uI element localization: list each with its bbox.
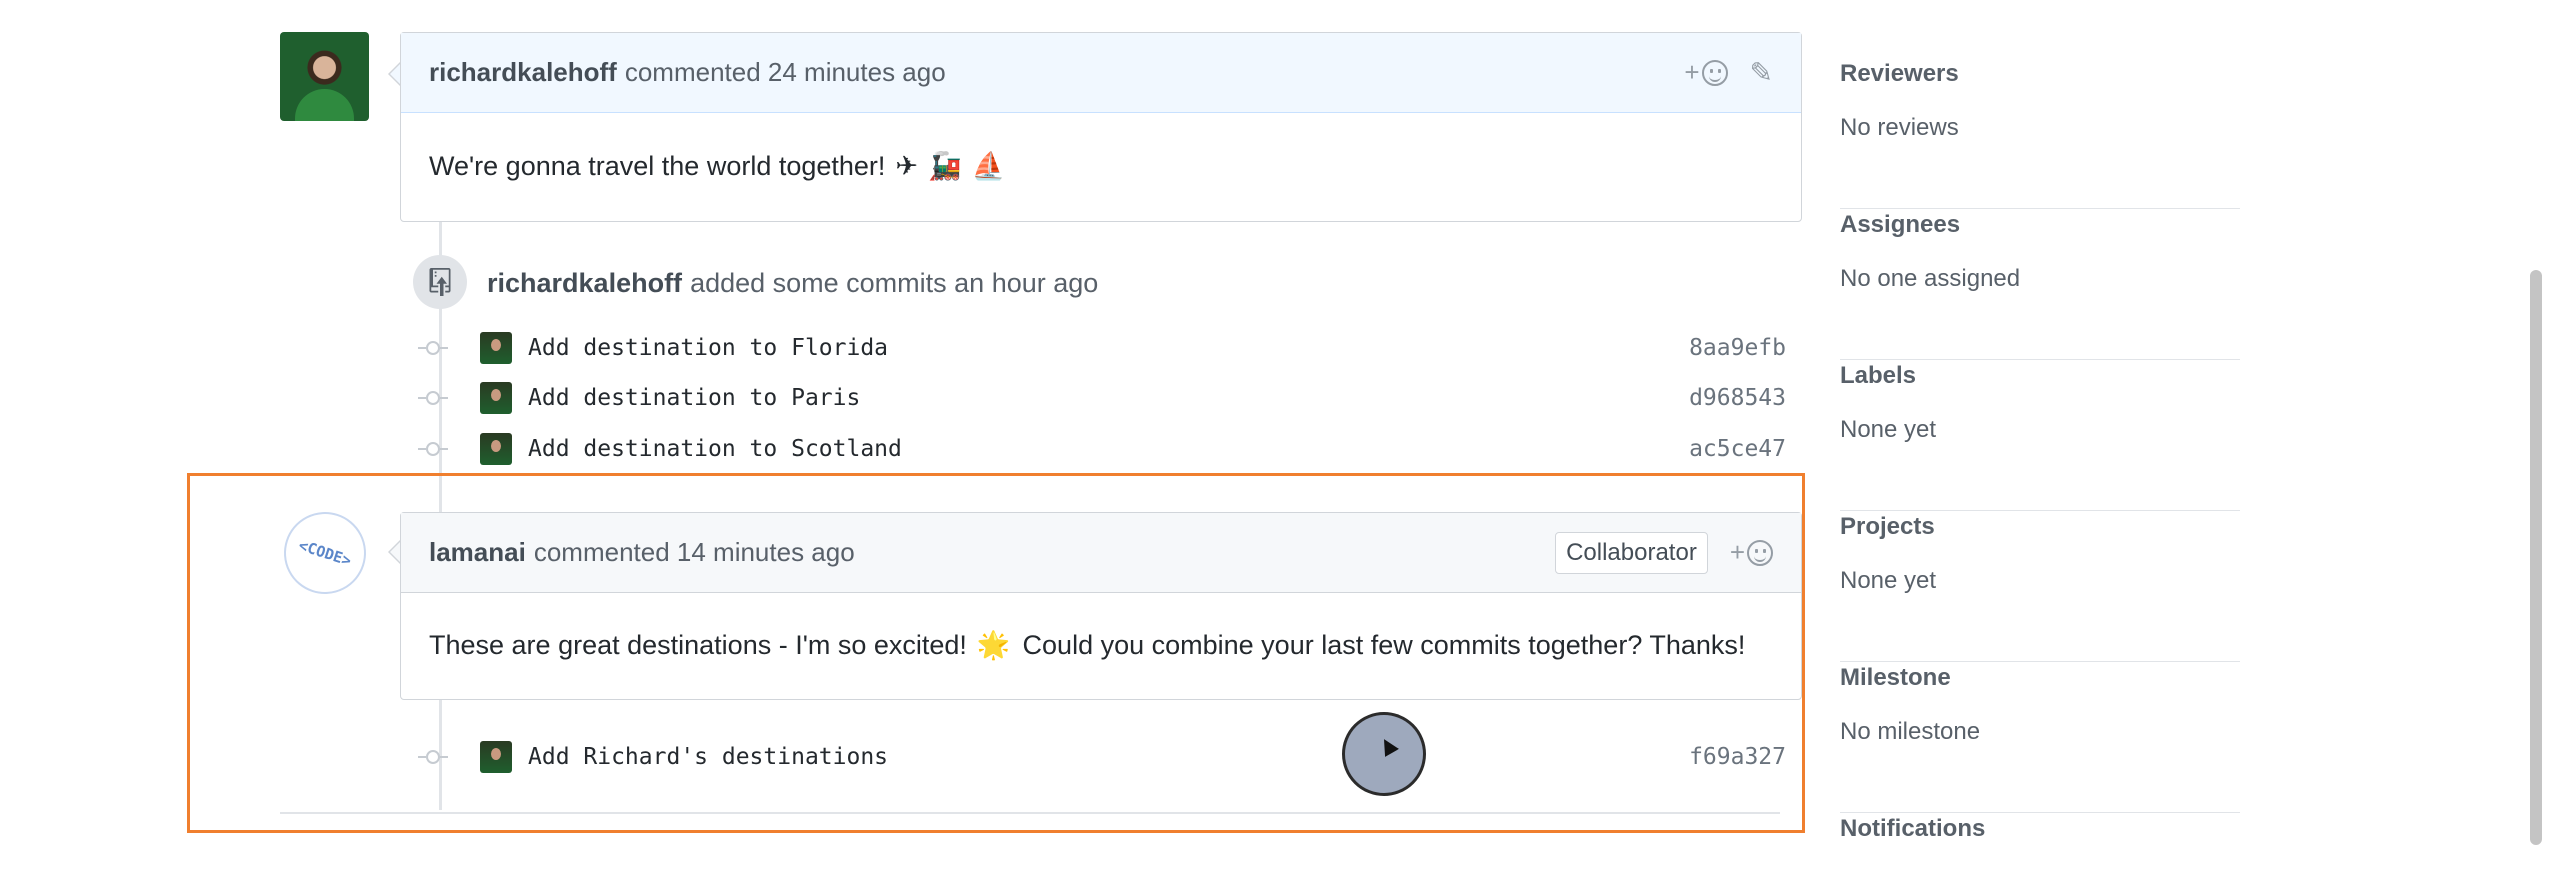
- avatar-richardkalehoff[interactable]: [280, 32, 369, 121]
- comment-richardkalehoff: richardkalehoff commented 24 minutes ago…: [400, 32, 1802, 222]
- sidebar-title: Labels: [1840, 362, 1917, 389]
- pr-sidebar: Reviewers No reviews Assignees No one as…: [1840, 58, 2240, 873]
- pencil-icon[interactable]: ✎: [1750, 56, 1773, 89]
- sidebar-value: None yet: [1840, 416, 1937, 443]
- comment-author[interactable]: richardkalehoff: [429, 57, 617, 88]
- commit-sha[interactable]: 8aa9efb: [1689, 335, 1786, 361]
- sidebar-value: None yet: [1840, 567, 1937, 594]
- commit-message[interactable]: Add destination to Paris: [528, 385, 860, 411]
- sailboat-emoji: ⛵: [971, 151, 1006, 181]
- commit-message[interactable]: Add destination to Scotland: [528, 436, 902, 462]
- event-description: added some commits an hour ago: [690, 268, 1099, 298]
- comment-header: richardkalehoff commented 24 minutes ago…: [401, 33, 1801, 113]
- scrollbar[interactable]: [2530, 270, 2542, 845]
- smiley-icon: [1701, 59, 1728, 86]
- sidebar-title: Assignees: [1840, 211, 1961, 238]
- commit-message[interactable]: Add destination to Florida: [528, 335, 888, 361]
- commit-row: Add destination to Florida 8aa9efb: [418, 328, 1786, 368]
- sidebar-value: No milestone: [1840, 718, 1981, 745]
- commit-avatar[interactable]: [480, 382, 512, 414]
- commit-avatar[interactable]: [480, 332, 512, 364]
- sidebar-title: Notifications: [1840, 815, 1986, 842]
- git-commit-icon: [418, 442, 448, 456]
- sidebar-value: No reviews: [1840, 114, 1959, 141]
- git-commit-icon: [418, 391, 448, 405]
- commit-row: Add destination to Scotland ac5ce47: [418, 429, 1786, 469]
- event-author[interactable]: richardkalehoff: [487, 268, 682, 298]
- comment-body: We're gonna travel the world together! ✈…: [401, 113, 1801, 219]
- comment-caret: [388, 62, 401, 86]
- commit-sha[interactable]: ac5ce47: [1689, 436, 1786, 462]
- comment-timestamp[interactable]: commented 24 minutes ago: [625, 57, 946, 88]
- sidebar-notifications[interactable]: Notifications: [1840, 813, 2240, 873]
- sidebar-assignees[interactable]: Assignees No one assigned: [1840, 209, 2240, 360]
- plus-label: +: [1684, 57, 1700, 87]
- sidebar-title: Reviewers: [1840, 60, 1959, 87]
- commit-row: Add destination to Paris d968543: [418, 378, 1786, 418]
- sidebar-value: No one assigned: [1840, 265, 2021, 292]
- commit-sha[interactable]: d968543: [1689, 385, 1786, 411]
- sidebar-labels[interactable]: Labels None yet: [1840, 360, 2240, 511]
- sidebar-title: Projects: [1840, 513, 1935, 540]
- commits-event: richardkalehoff added some commits an hou…: [487, 268, 1098, 299]
- sidebar-title: Milestone: [1840, 664, 1951, 691]
- sidebar-milestone[interactable]: Milestone No milestone: [1840, 662, 2240, 813]
- highlight-annotation: [187, 473, 1805, 833]
- repo-push-icon: [413, 255, 467, 309]
- git-commit-icon: [418, 341, 448, 355]
- train-emoji: 🚂: [928, 151, 962, 181]
- add-reaction-button[interactable]: +: [1684, 57, 1728, 88]
- sidebar-reviewers[interactable]: Reviewers No reviews: [1840, 58, 2240, 209]
- comment-text: We're gonna travel the world together!: [429, 150, 886, 181]
- commit-avatar[interactable]: [480, 433, 512, 465]
- airplane-emoji: ✈: [895, 150, 919, 181]
- sidebar-projects[interactable]: Projects None yet: [1840, 511, 2240, 662]
